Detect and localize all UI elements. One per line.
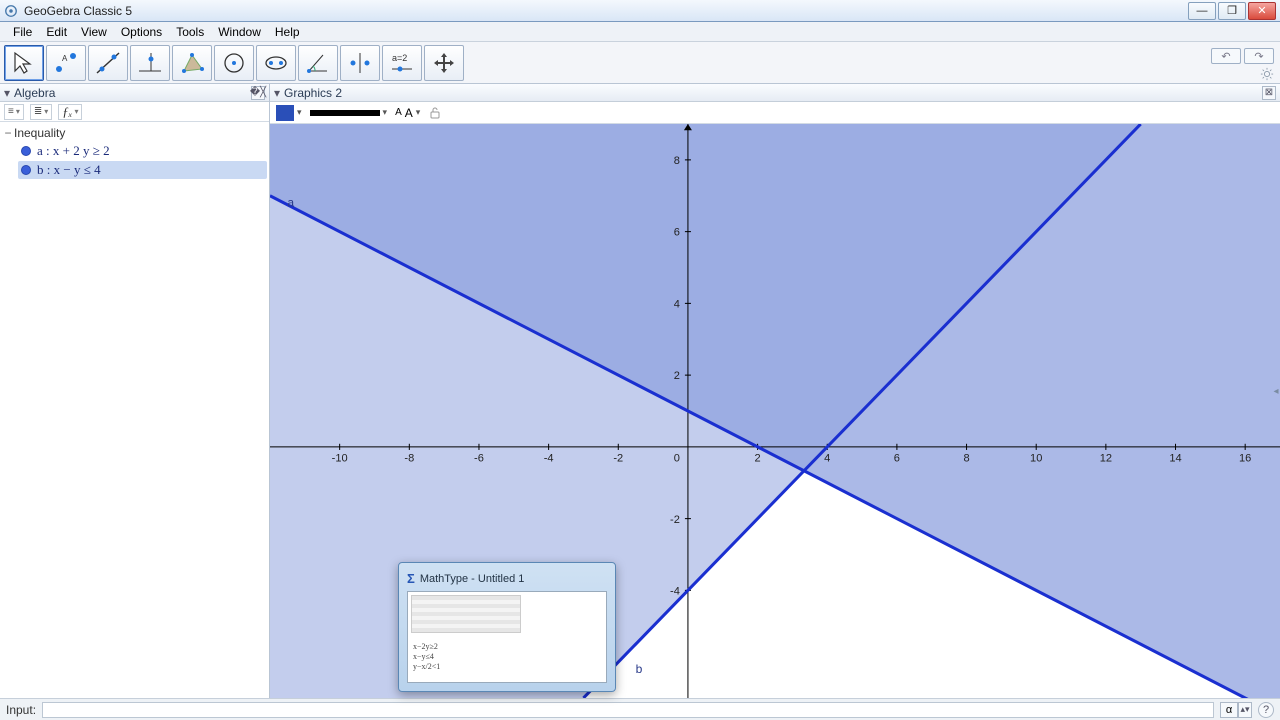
lock-icon[interactable] [428, 106, 442, 120]
main-toolbar: A a=2 ↶ ↷ [0, 42, 1280, 84]
tool-move[interactable] [4, 45, 44, 81]
svg-text:-4: -4 [544, 452, 554, 464]
menu-help[interactable]: Help [268, 23, 307, 41]
svg-text:a=2: a=2 [392, 53, 407, 63]
svg-text:4: 4 [674, 298, 680, 310]
window-title: GeoGebra Classic 5 [24, 4, 132, 18]
redo-button[interactable]: ↷ [1244, 48, 1274, 64]
graphics-close-icon[interactable]: ⊠ [1262, 86, 1276, 100]
tool-slider[interactable]: a=2 [382, 45, 422, 81]
svg-text:-2: -2 [613, 452, 623, 464]
menu-view[interactable]: View [74, 23, 114, 41]
tool-perpendicular[interactable] [130, 45, 170, 81]
chevron-down-icon: ▾ [274, 86, 284, 100]
svg-text:6: 6 [674, 227, 680, 239]
algebra-title: Algebra [14, 86, 55, 100]
algebra-toolbar: ≡▾ ≣▾ ƒₓ▾ [0, 102, 269, 122]
minimize-button[interactable]: — [1188, 2, 1216, 20]
svg-text:2: 2 [674, 370, 680, 382]
tool-move-view[interactable] [424, 45, 464, 81]
svg-text:-2: -2 [670, 514, 680, 526]
algebra-expr-b: b : x − y ≤ 4 [37, 162, 101, 178]
text-size-picker[interactable]: AA▾ [395, 106, 420, 120]
svg-text:0: 0 [674, 452, 680, 464]
svg-text:b: b [636, 662, 643, 676]
menu-options[interactable]: Options [114, 23, 169, 41]
maximize-button[interactable]: ❐ [1218, 2, 1246, 20]
algebra-fx-selector[interactable]: ƒₓ▾ [58, 104, 82, 120]
color-picker[interactable]: ▾ [276, 105, 302, 121]
svg-text:-4: -4 [670, 585, 680, 597]
menu-edit[interactable]: Edit [39, 23, 74, 41]
chevron-down-icon: ▾ [4, 86, 14, 100]
svg-text:-8: -8 [404, 452, 414, 464]
close-button[interactable]: ✕ [1248, 2, 1276, 20]
visibility-dot-icon[interactable] [21, 165, 31, 175]
visibility-dot-icon[interactable] [21, 146, 31, 156]
tool-polygon[interactable] [172, 45, 212, 81]
side-expand-grip[interactable]: ◂ [1272, 378, 1280, 404]
input-label: Input: [6, 703, 36, 717]
menu-window[interactable]: Window [211, 23, 268, 41]
tool-reflect[interactable] [340, 45, 380, 81]
svg-text:a: a [287, 195, 294, 209]
mathtype-icon: Σ [407, 571, 415, 586]
svg-text:10: 10 [1030, 452, 1042, 464]
algebra-item-b[interactable]: b : x − y ≤ 4 [18, 161, 267, 179]
line-style-picker[interactable]: ▾ [310, 107, 388, 118]
svg-text:12: 12 [1100, 452, 1112, 464]
tool-angle[interactable] [298, 45, 338, 81]
algebra-close-icon[interactable]: �╳ [251, 86, 265, 100]
tool-ellipse[interactable] [256, 45, 296, 81]
svg-text:2: 2 [755, 452, 761, 464]
preview-title: MathType - Untitled 1 [420, 573, 525, 585]
graphics-title: Graphics 2 [284, 86, 342, 100]
gear-icon[interactable] [1260, 67, 1274, 81]
app-icon [4, 4, 18, 18]
preview-thumbnail: x−2y≥2 x−y≤4 y−x/2<1 [407, 591, 607, 683]
tool-point[interactable]: A [46, 45, 86, 81]
graphics-panel-header[interactable]: ▾ Graphics 2 ⊠ [270, 84, 1280, 102]
svg-text:8: 8 [674, 155, 680, 167]
svg-text:8: 8 [963, 452, 969, 464]
svg-text:-10: -10 [332, 452, 348, 464]
undo-button[interactable]: ↶ [1211, 48, 1241, 64]
alpha-button[interactable]: α [1220, 702, 1238, 718]
algebra-expr-a: a : x + 2 y ≥ 2 [37, 143, 110, 159]
svg-text:A: A [62, 54, 68, 63]
menu-file[interactable]: File [6, 23, 39, 41]
svg-text:4: 4 [824, 452, 830, 464]
menu-tools[interactable]: Tools [169, 23, 211, 41]
algebra-aux-selector[interactable]: ≣▾ [30, 104, 52, 120]
input-help-button[interactable]: ? [1258, 702, 1274, 718]
input-history-button[interactable]: ▴▾ [1238, 702, 1252, 718]
tool-circle[interactable] [214, 45, 254, 81]
svg-text:6: 6 [894, 452, 900, 464]
input-field[interactable] [42, 702, 1214, 718]
algebra-sort-selector[interactable]: ≡▾ [4, 104, 24, 120]
graphics-toolbar: ▾ ▾ AA▾ [270, 102, 1280, 124]
svg-text:14: 14 [1169, 452, 1181, 464]
svg-text:-6: -6 [474, 452, 484, 464]
algebra-item-a[interactable]: a : x + 2 y ≥ 2 [18, 142, 267, 160]
tool-line[interactable] [88, 45, 128, 81]
algebra-panel-header[interactable]: ▾ Algebra �╳ [0, 84, 269, 102]
taskbar-preview[interactable]: Σ MathType - Untitled 1 x−2y≥2 x−y≤4 y−x… [398, 562, 616, 692]
menu-bar: File Edit View Options Tools Window Help [0, 22, 1280, 42]
category-inequality[interactable]: −Inequality [2, 126, 267, 140]
svg-text:16: 16 [1239, 452, 1251, 464]
